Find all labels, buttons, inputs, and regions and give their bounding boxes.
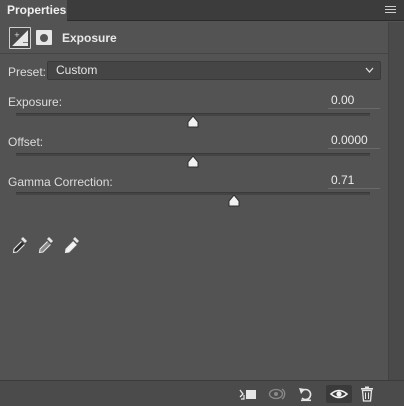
bottom-toolbar <box>0 380 404 406</box>
eyedropper-group <box>12 236 92 254</box>
clip-to-layer-icon[interactable] <box>238 385 258 403</box>
white-point-eyedropper-icon[interactable] <box>64 236 80 254</box>
adjustment-title: Exposure <box>62 31 117 45</box>
preset-value: Custom <box>56 63 98 77</box>
visibility-eye-icon[interactable] <box>326 385 352 403</box>
reset-icon[interactable] <box>296 385 316 403</box>
gamma-correction-slider-track[interactable] <box>16 192 370 195</box>
layer-mask-icon[interactable] <box>36 30 52 45</box>
panel-menu-icon[interactable] <box>385 6 396 15</box>
exposure-slider-thumb[interactable] <box>187 115 199 128</box>
offset-label: Offset: <box>8 135 44 149</box>
properties-header: + − Exposure <box>0 22 388 54</box>
gamma-correction-value-field[interactable]: 0.71 <box>328 173 380 189</box>
preset-dropdown[interactable]: Custom <box>47 61 381 80</box>
exposure-label: Exposure: <box>8 95 63 109</box>
tab-properties[interactable]: Properties <box>0 0 67 21</box>
black-point-eyedropper-icon[interactable] <box>12 236 28 254</box>
view-previous-state-icon[interactable] <box>268 385 288 403</box>
offset-value-field[interactable]: 0.0000 <box>328 133 380 149</box>
gray-point-eyedropper-icon[interactable] <box>38 236 54 254</box>
chevron-down-icon <box>365 63 374 83</box>
adjustment-exposure-icon[interactable]: + − <box>9 27 31 49</box>
exposure-value-field[interactable]: 0.00 <box>328 93 380 109</box>
svg-text:+: + <box>14 31 20 39</box>
gamma-correction-label: Gamma Correction: <box>8 175 113 189</box>
preset-label: Preset: <box>8 65 47 79</box>
trash-icon[interactable] <box>358 385 378 403</box>
offset-slider-thumb[interactable] <box>187 155 199 168</box>
svg-text:−: − <box>22 38 29 47</box>
panel-scrollbar[interactable] <box>388 22 404 380</box>
gamma-correction-slider-thumb[interactable] <box>228 194 240 207</box>
panel-tab-bar: Properties <box>0 0 404 21</box>
